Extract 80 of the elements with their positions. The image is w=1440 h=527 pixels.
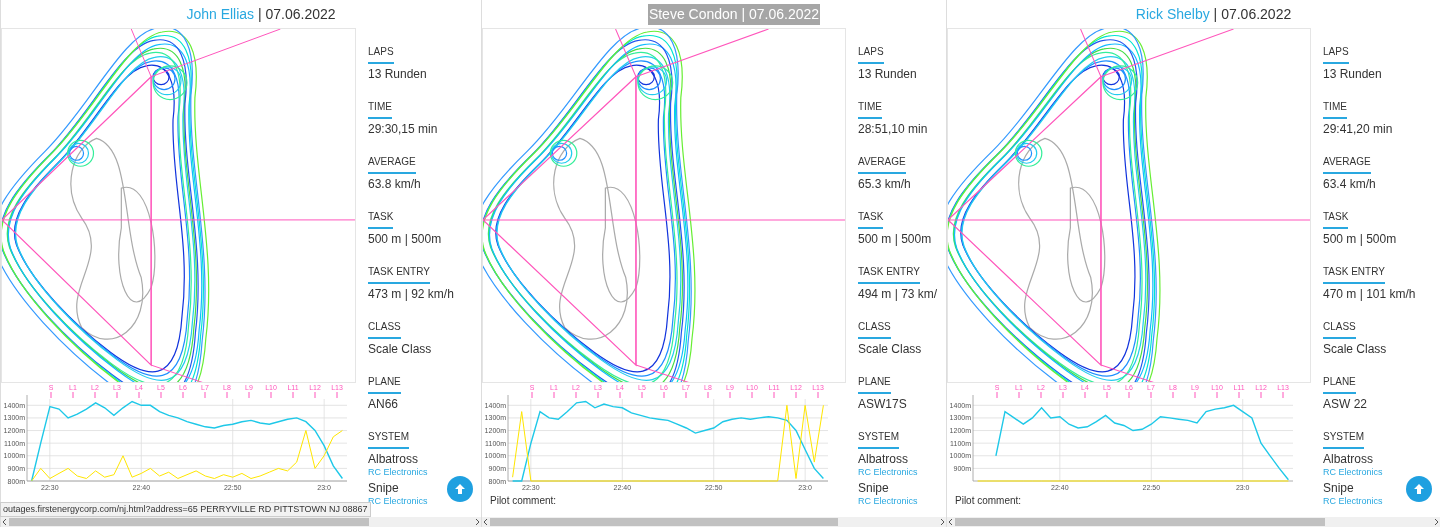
stat-label: CLASS — [858, 319, 891, 339]
stat-value: AN66 — [368, 396, 399, 412]
stat-label: LAPS — [1323, 44, 1349, 64]
arrow-up-icon — [1413, 483, 1425, 495]
stat-label: CLASS — [368, 319, 401, 339]
stat-value: 500 m | 500m — [368, 231, 442, 247]
stat-label: LAPS — [858, 44, 884, 64]
panel-title: John Ellias | 07.06.2022 — [185, 4, 337, 24]
stat-label: TASK — [1323, 209, 1349, 229]
scrollbar-thumb[interactable] — [490, 518, 838, 526]
pilot-comment-label: Pilot comment: — [955, 493, 1022, 508]
chevron-right-icon[interactable] — [1432, 518, 1440, 526]
system-maker-link[interactable]: RC Electronics — [1323, 467, 1383, 478]
scroll-to-top-button[interactable] — [447, 476, 473, 502]
stat-value: Scale Class — [368, 341, 432, 357]
stat-label: PLANE — [368, 374, 401, 394]
stat-label: PLANE — [858, 374, 891, 394]
system-maker-link[interactable]: RC Electronics — [858, 467, 918, 478]
stat-value: Albatross — [1323, 451, 1374, 467]
stat-label: TIME — [858, 99, 882, 119]
stat-value: Scale Class — [1323, 341, 1387, 357]
scrollbar-thumb[interactable] — [9, 518, 369, 526]
scrollbar-thumb[interactable] — [955, 518, 1325, 526]
stat-value: 29:30,15 min — [368, 121, 438, 137]
stat-value: ASW 22 — [1323, 396, 1367, 412]
stat-value: 13 Runden — [368, 66, 427, 82]
stat-value: ASW17S — [858, 396, 907, 412]
stat-value: Scale Class — [858, 341, 922, 357]
pilot-comment-label: Pilot comment: — [490, 493, 557, 508]
stat-value: 494 m | 73 km/ — [858, 286, 938, 302]
stat-label: TASK ENTRY — [858, 264, 920, 284]
chevron-right-icon[interactable] — [938, 518, 946, 526]
stat-label: TASK — [858, 209, 884, 229]
system-maker-link[interactable]: RC Electronics — [858, 496, 918, 507]
pilot-name-link[interactable]: John Ellias — [186, 5, 255, 22]
pilot-name-link[interactable]: Rick Shelby — [1135, 5, 1210, 22]
chevron-left-icon[interactable] — [947, 518, 955, 526]
stat-label: TIME — [368, 99, 392, 119]
stat-value: Albatross — [368, 451, 419, 467]
stat-value: 13 Runden — [1323, 66, 1382, 82]
stat-value: Snipe — [858, 480, 889, 496]
chevron-left-icon[interactable] — [1, 518, 9, 526]
system-maker-link[interactable]: RC Electronics — [368, 467, 428, 478]
stat-label: AVERAGE — [368, 154, 416, 174]
stat-value: 63.4 km/h — [1323, 176, 1376, 192]
stat-value: 500 m | 500m — [858, 231, 932, 247]
chevron-right-icon[interactable] — [473, 518, 481, 526]
system-maker-link[interactable]: RC Electronics — [1323, 496, 1383, 507]
stat-value: 28:51,10 min — [858, 121, 928, 137]
stat-value: Snipe — [368, 480, 399, 496]
scroll-to-top-button[interactable] — [1406, 476, 1432, 502]
stat-value: 500 m | 500m — [1323, 231, 1397, 247]
chevron-left-icon[interactable] — [482, 518, 490, 526]
stat-value: 29:41,20 min — [1323, 121, 1393, 137]
stat-label: PLANE — [1323, 374, 1356, 394]
stat-value: Snipe — [1323, 480, 1354, 496]
horizontal-scrollbar[interactable] — [482, 517, 946, 527]
horizontal-scrollbar[interactable] — [947, 517, 1440, 527]
stat-label: SYSTEM — [1323, 429, 1365, 449]
stat-label: SYSTEM — [858, 429, 900, 449]
stat-value: 63.8 km/h — [368, 176, 421, 192]
stat-label: SYSTEM — [368, 429, 410, 449]
pilot-name-link[interactable]: Steve Condon — [648, 5, 738, 22]
stat-label: AVERAGE — [1323, 154, 1371, 174]
stat-value: Albatross — [858, 451, 909, 467]
stat-value: 470 m | 101 km/h — [1323, 286, 1416, 302]
stat-label: TASK — [368, 209, 394, 229]
panel-title: Steve Condon | 07.06.2022 — [647, 3, 821, 25]
stat-value: 65.3 km/h — [858, 176, 911, 192]
panel-title: Rick Shelby | 07.06.2022 — [1134, 4, 1293, 24]
stat-label: TIME — [1323, 99, 1347, 119]
stat-label: TASK ENTRY — [368, 264, 430, 284]
horizontal-scrollbar[interactable] — [1, 517, 481, 527]
stat-label: AVERAGE — [858, 154, 906, 174]
stat-label: TASK ENTRY — [1323, 264, 1385, 284]
arrow-up-icon — [454, 483, 466, 495]
stat-label: LAPS — [368, 44, 394, 64]
stat-value: 13 Runden — [858, 66, 917, 82]
stat-label: CLASS — [1323, 319, 1356, 339]
stat-value: 473 m | 92 km/h — [368, 286, 454, 302]
